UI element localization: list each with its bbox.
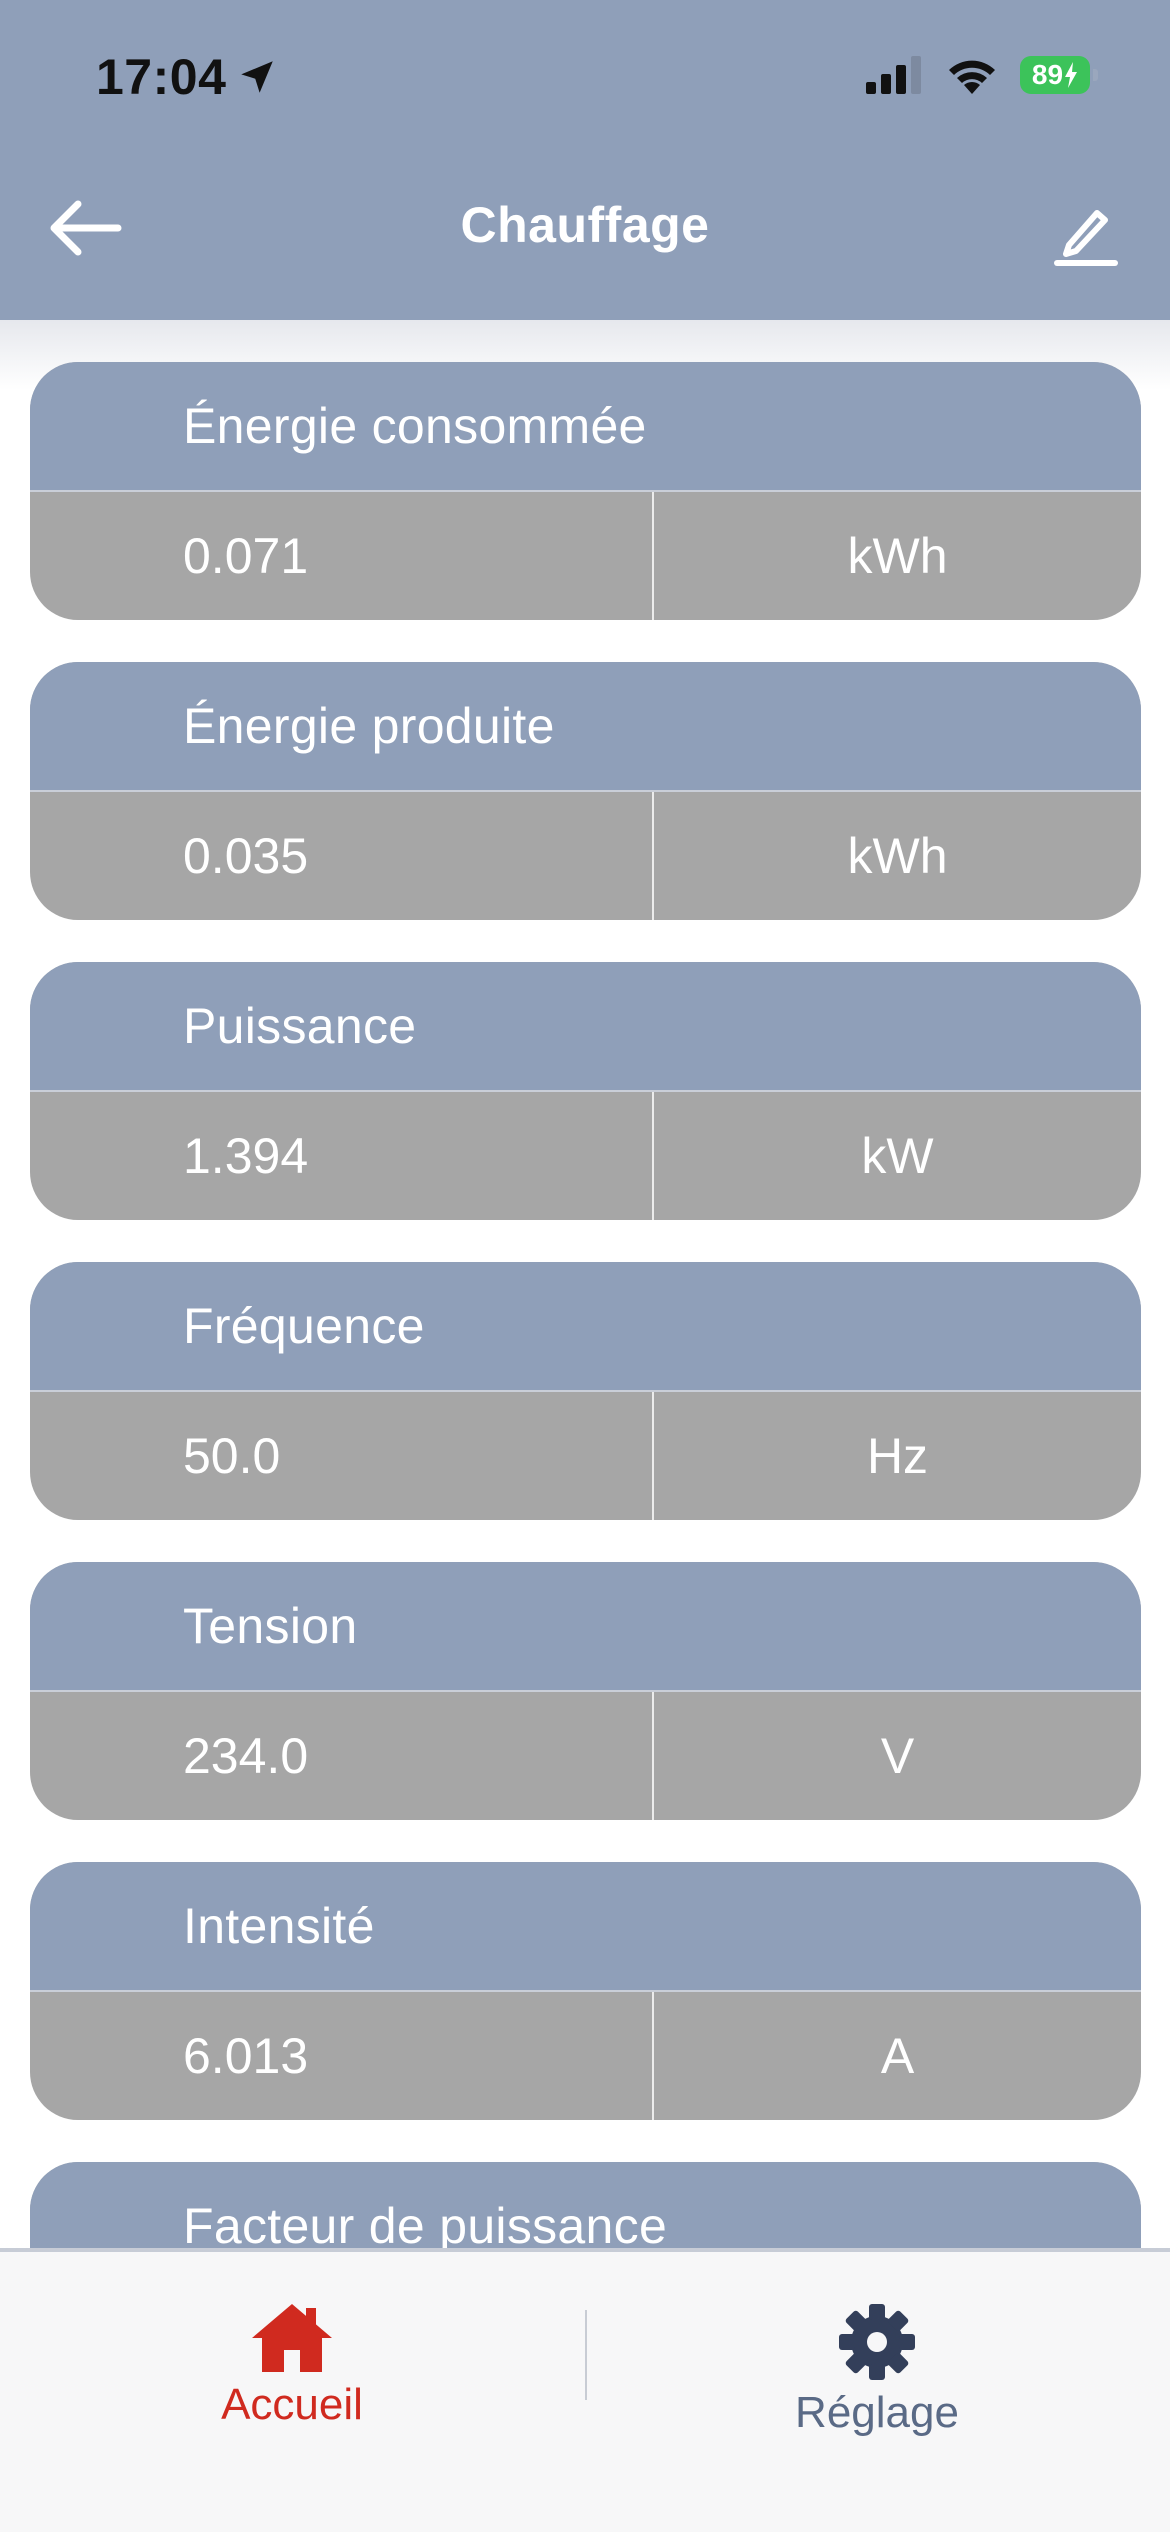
card-label: Facteur de puissance bbox=[30, 2162, 1141, 2248]
card-label: Puissance bbox=[30, 962, 1141, 1090]
card-unit: kWh bbox=[847, 828, 948, 884]
location-arrow-icon bbox=[241, 61, 274, 93]
card-label: Énergie consommée bbox=[30, 362, 1141, 490]
tab-settings[interactable]: Réglage bbox=[697, 2302, 1057, 2438]
battery-level: 89 bbox=[1031, 59, 1064, 90]
card-body: 1.394 kW bbox=[30, 1090, 1141, 1220]
card-unit: A bbox=[880, 2028, 915, 2084]
measurement-card-power-factor: Facteur de puissance bbox=[30, 2162, 1141, 2248]
card-unit: Hz bbox=[866, 1428, 929, 1484]
measurement-card-frequency: Fréquence 50.0 Hz bbox=[30, 1262, 1141, 1520]
card-body: 6.013 A bbox=[30, 1990, 1141, 2120]
page-title: Chauffage bbox=[460, 197, 710, 253]
measurement-card-energy-consumed: Énergie consommée 0.071 kWh bbox=[30, 362, 1141, 620]
measurement-card-power: Puissance 1.394 kW bbox=[30, 962, 1141, 1220]
card-body: 0.035 kWh bbox=[30, 790, 1141, 920]
pencil-icon bbox=[1054, 210, 1118, 266]
tab-divider bbox=[585, 2310, 587, 2400]
wifi-icon bbox=[949, 60, 995, 94]
tab-home[interactable]: Accueil bbox=[112, 2302, 472, 2430]
app-header: 17:04 89 Chauffage bbox=[0, 0, 1170, 320]
tab-bar: Accueil Réglage bbox=[0, 2248, 1170, 2532]
home-icon bbox=[252, 2304, 332, 2372]
cellular-signal-icon bbox=[866, 56, 921, 94]
card-label: Intensité bbox=[30, 1862, 1141, 1990]
measurement-list[interactable]: Énergie consommée 0.071 kWh Énergie prod… bbox=[0, 320, 1170, 2248]
measurement-card-current: Intensité 6.013 A bbox=[30, 1862, 1141, 2120]
card-value: 0.071 bbox=[30, 492, 654, 620]
gear-icon bbox=[839, 2304, 915, 2380]
status-time-text: 17:04 bbox=[96, 49, 227, 105]
status-time: 17:04 bbox=[96, 48, 278, 106]
card-body: 50.0 Hz bbox=[30, 1390, 1141, 1520]
battery-indicator: 89 bbox=[1020, 56, 1098, 94]
card-value: 234.0 bbox=[30, 1692, 654, 1820]
card-value: 0.035 bbox=[30, 792, 654, 920]
card-body: 234.0 V bbox=[30, 1690, 1141, 1820]
status-indicators: 89 bbox=[866, 56, 1098, 94]
card-label: Tension bbox=[30, 1562, 1141, 1690]
battery-cap bbox=[1093, 69, 1098, 81]
card-value: 50.0 bbox=[30, 1392, 654, 1520]
charging-bolt-icon bbox=[1065, 62, 1078, 88]
tab-settings-label: Réglage bbox=[795, 2388, 959, 2437]
card-value: 1.394 bbox=[30, 1092, 654, 1220]
card-label: Fréquence bbox=[30, 1262, 1141, 1390]
edit-button[interactable] bbox=[1038, 188, 1134, 284]
card-unit: kW bbox=[861, 1128, 934, 1184]
measurement-card-energy-produced: Énergie produite 0.035 kWh bbox=[30, 662, 1141, 920]
card-body: 0.071 kWh bbox=[30, 490, 1141, 620]
measurement-card-voltage: Tension 234.0 V bbox=[30, 1562, 1141, 1820]
tab-home-label: Accueil bbox=[221, 2380, 363, 2429]
card-unit: V bbox=[880, 1728, 915, 1784]
card-unit: kWh bbox=[847, 528, 948, 584]
card-value: 6.013 bbox=[30, 1992, 654, 2120]
card-label: Énergie produite bbox=[30, 662, 1141, 790]
